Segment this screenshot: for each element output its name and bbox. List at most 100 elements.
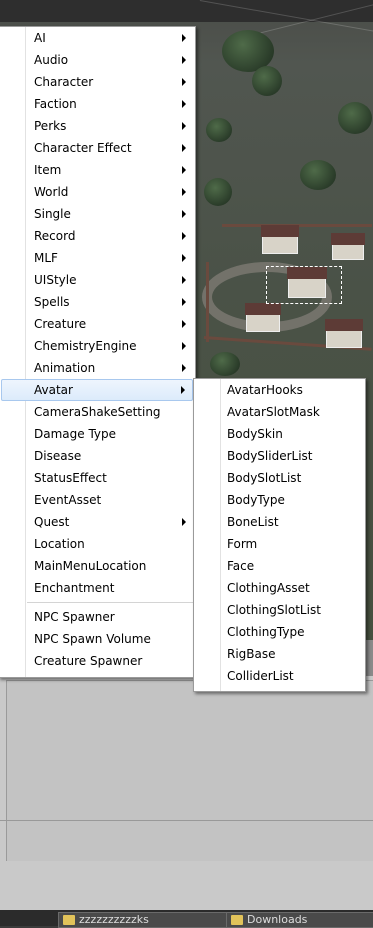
menu-item-perks[interactable]: Perks (0, 115, 195, 137)
menu-item-label: Faction (34, 97, 77, 111)
menu-item-animation[interactable]: Animation (0, 357, 195, 379)
menu-item-single[interactable]: Single (0, 203, 195, 225)
submenu-arrow-icon (182, 320, 186, 328)
submenu-arrow-icon (182, 166, 186, 174)
menu-item-label: Record (34, 229, 76, 243)
menu-item-label: Character Effect (34, 141, 132, 155)
submenu-item-list: AvatarHooks AvatarSlotMask BodySkin BodySli… (194, 379, 365, 687)
submenu-arrow-icon (182, 122, 186, 130)
submenu-arrow-icon (181, 386, 185, 394)
menu-item-faction[interactable]: Faction (0, 93, 195, 115)
menu-item-record[interactable]: Record (0, 225, 195, 247)
taskbar-button-label: zzzzzzzzzzks (79, 913, 149, 926)
menu-item-disease[interactable]: Disease (0, 445, 195, 467)
submenu-arrow-icon (182, 34, 186, 42)
tree (210, 352, 240, 376)
submenu-item-face[interactable]: Face (194, 555, 365, 577)
menu-item-label: BoneList (227, 515, 279, 529)
menu-item-npc-spawn-volume[interactable]: NPC Spawn Volume (0, 628, 195, 650)
menu-item-location[interactable]: Location (0, 533, 195, 555)
menu-item-label: Character (34, 75, 94, 89)
submenu-item-avatarhooks[interactable]: AvatarHooks (194, 379, 365, 401)
menu-item-label: BodyType (227, 493, 285, 507)
tree (338, 102, 372, 134)
submenu-item-colliderlist[interactable]: ColliderList (194, 665, 365, 687)
menu-item-label: BodySliderList (227, 449, 313, 463)
panel-content-area (6, 680, 373, 861)
menu-item-audio[interactable]: Audio (0, 49, 195, 71)
submenu-item-bodysliderlist[interactable]: BodySliderList (194, 445, 365, 467)
folder-icon (231, 915, 243, 925)
menu-item-label: AI (34, 31, 46, 45)
menu-item-label: AvatarHooks (227, 383, 303, 397)
menu-item-ai[interactable]: AI (0, 27, 195, 49)
submenu-item-bodytype[interactable]: BodyType (194, 489, 365, 511)
avatar-submenu: AvatarHooks AvatarSlotMask BodySkin BodySli… (193, 378, 366, 692)
submenu-arrow-icon (182, 254, 186, 262)
menu-item-spells[interactable]: Spells (0, 291, 195, 313)
submenu-arrow-icon (182, 518, 186, 526)
submenu-item-form[interactable]: Form (194, 533, 365, 555)
tree (204, 178, 232, 206)
submenu-item-clothingasset[interactable]: ClothingAsset (194, 577, 365, 599)
menu-item-label: MLF (34, 251, 58, 265)
tree (300, 160, 336, 190)
menu-item-enchantment[interactable]: Enchantment (0, 577, 195, 599)
submenu-item-bonelist[interactable]: BoneList (194, 511, 365, 533)
submenu-item-rigbase[interactable]: RigBase (194, 643, 365, 665)
menu-item-label: Audio (34, 53, 69, 67)
fence (206, 262, 209, 342)
submenu-item-bodyskin[interactable]: BodySkin (194, 423, 365, 445)
menu-item-label: Creature (34, 317, 87, 331)
menu-item-label: NPC Spawner (34, 610, 115, 624)
menu-item-label: StatusEffect (34, 471, 107, 485)
submenu-arrow-icon (182, 144, 186, 152)
menu-item-damage-type[interactable]: Damage Type (0, 423, 195, 445)
menu-item-label: Creature Spawner (34, 654, 143, 668)
menu-item-label: ClothingSlotList (227, 603, 321, 617)
menu-item-creature[interactable]: Creature (0, 313, 195, 335)
submenu-arrow-icon (182, 298, 186, 306)
submenu-arrow-icon (182, 364, 186, 372)
house (331, 233, 365, 260)
menu-item-label: NPC Spawn Volume (34, 632, 151, 646)
menu-item-npc-spawner[interactable]: NPC Spawner (0, 606, 195, 628)
tree (206, 118, 232, 142)
menu-item-label: UIStyle (34, 273, 77, 287)
menu-item-mlf[interactable]: MLF (0, 247, 195, 269)
menu-item-eventasset[interactable]: EventAsset (0, 489, 195, 511)
submenu-item-bodyslotlist[interactable]: BodySlotList (194, 467, 365, 489)
create-context-menu: AI Audio Character Faction Perks Character Ef… (0, 26, 196, 678)
menu-item-character[interactable]: Character (0, 71, 195, 93)
submenu-arrow-icon (182, 276, 186, 284)
submenu-arrow-icon (182, 78, 186, 86)
house (261, 225, 299, 254)
submenu-arrow-icon (182, 232, 186, 240)
submenu-item-avatarslotmask[interactable]: AvatarSlotMask (194, 401, 365, 423)
menu-item-label: RigBase (227, 647, 276, 661)
submenu-item-clothingtype[interactable]: ClothingType (194, 621, 365, 643)
menu-item-label: Single (34, 207, 71, 221)
menu-item-label: BodySlotList (227, 471, 302, 485)
submenu-arrow-icon (182, 100, 186, 108)
menu-item-label: ChemistryEngine (34, 339, 137, 353)
menu-item-quest[interactable]: Quest (0, 511, 195, 533)
submenu-arrow-icon (182, 56, 186, 64)
menu-item-avatar[interactable]: Avatar (1, 379, 193, 401)
menu-item-mainmenulocation[interactable]: MainMenuLocation (0, 555, 195, 577)
menu-item-character-effect[interactable]: Character Effect (0, 137, 195, 159)
menu-item-item[interactable]: Item (0, 159, 195, 181)
menu-item-uistyle[interactable]: UIStyle (0, 269, 195, 291)
menu-item-label: Perks (34, 119, 67, 133)
menu-item-label: Disease (34, 449, 82, 463)
submenu-item-clothingslotlist[interactable]: ClothingSlotList (194, 599, 365, 621)
menu-item-chemistryengine[interactable]: ChemistryEngine (0, 335, 195, 357)
menu-item-camerashakesetting[interactable]: CameraShakeSetting (0, 401, 195, 423)
menu-separator (27, 602, 193, 603)
menu-item-label: AvatarSlotMask (227, 405, 320, 419)
menu-item-world[interactable]: World (0, 181, 195, 203)
menu-item-creature-spawner[interactable]: Creature Spawner (0, 650, 195, 672)
selection-box (266, 266, 342, 304)
taskbar-button-label: Downloads (247, 913, 308, 926)
menu-item-statuseffect[interactable]: StatusEffect (0, 467, 195, 489)
